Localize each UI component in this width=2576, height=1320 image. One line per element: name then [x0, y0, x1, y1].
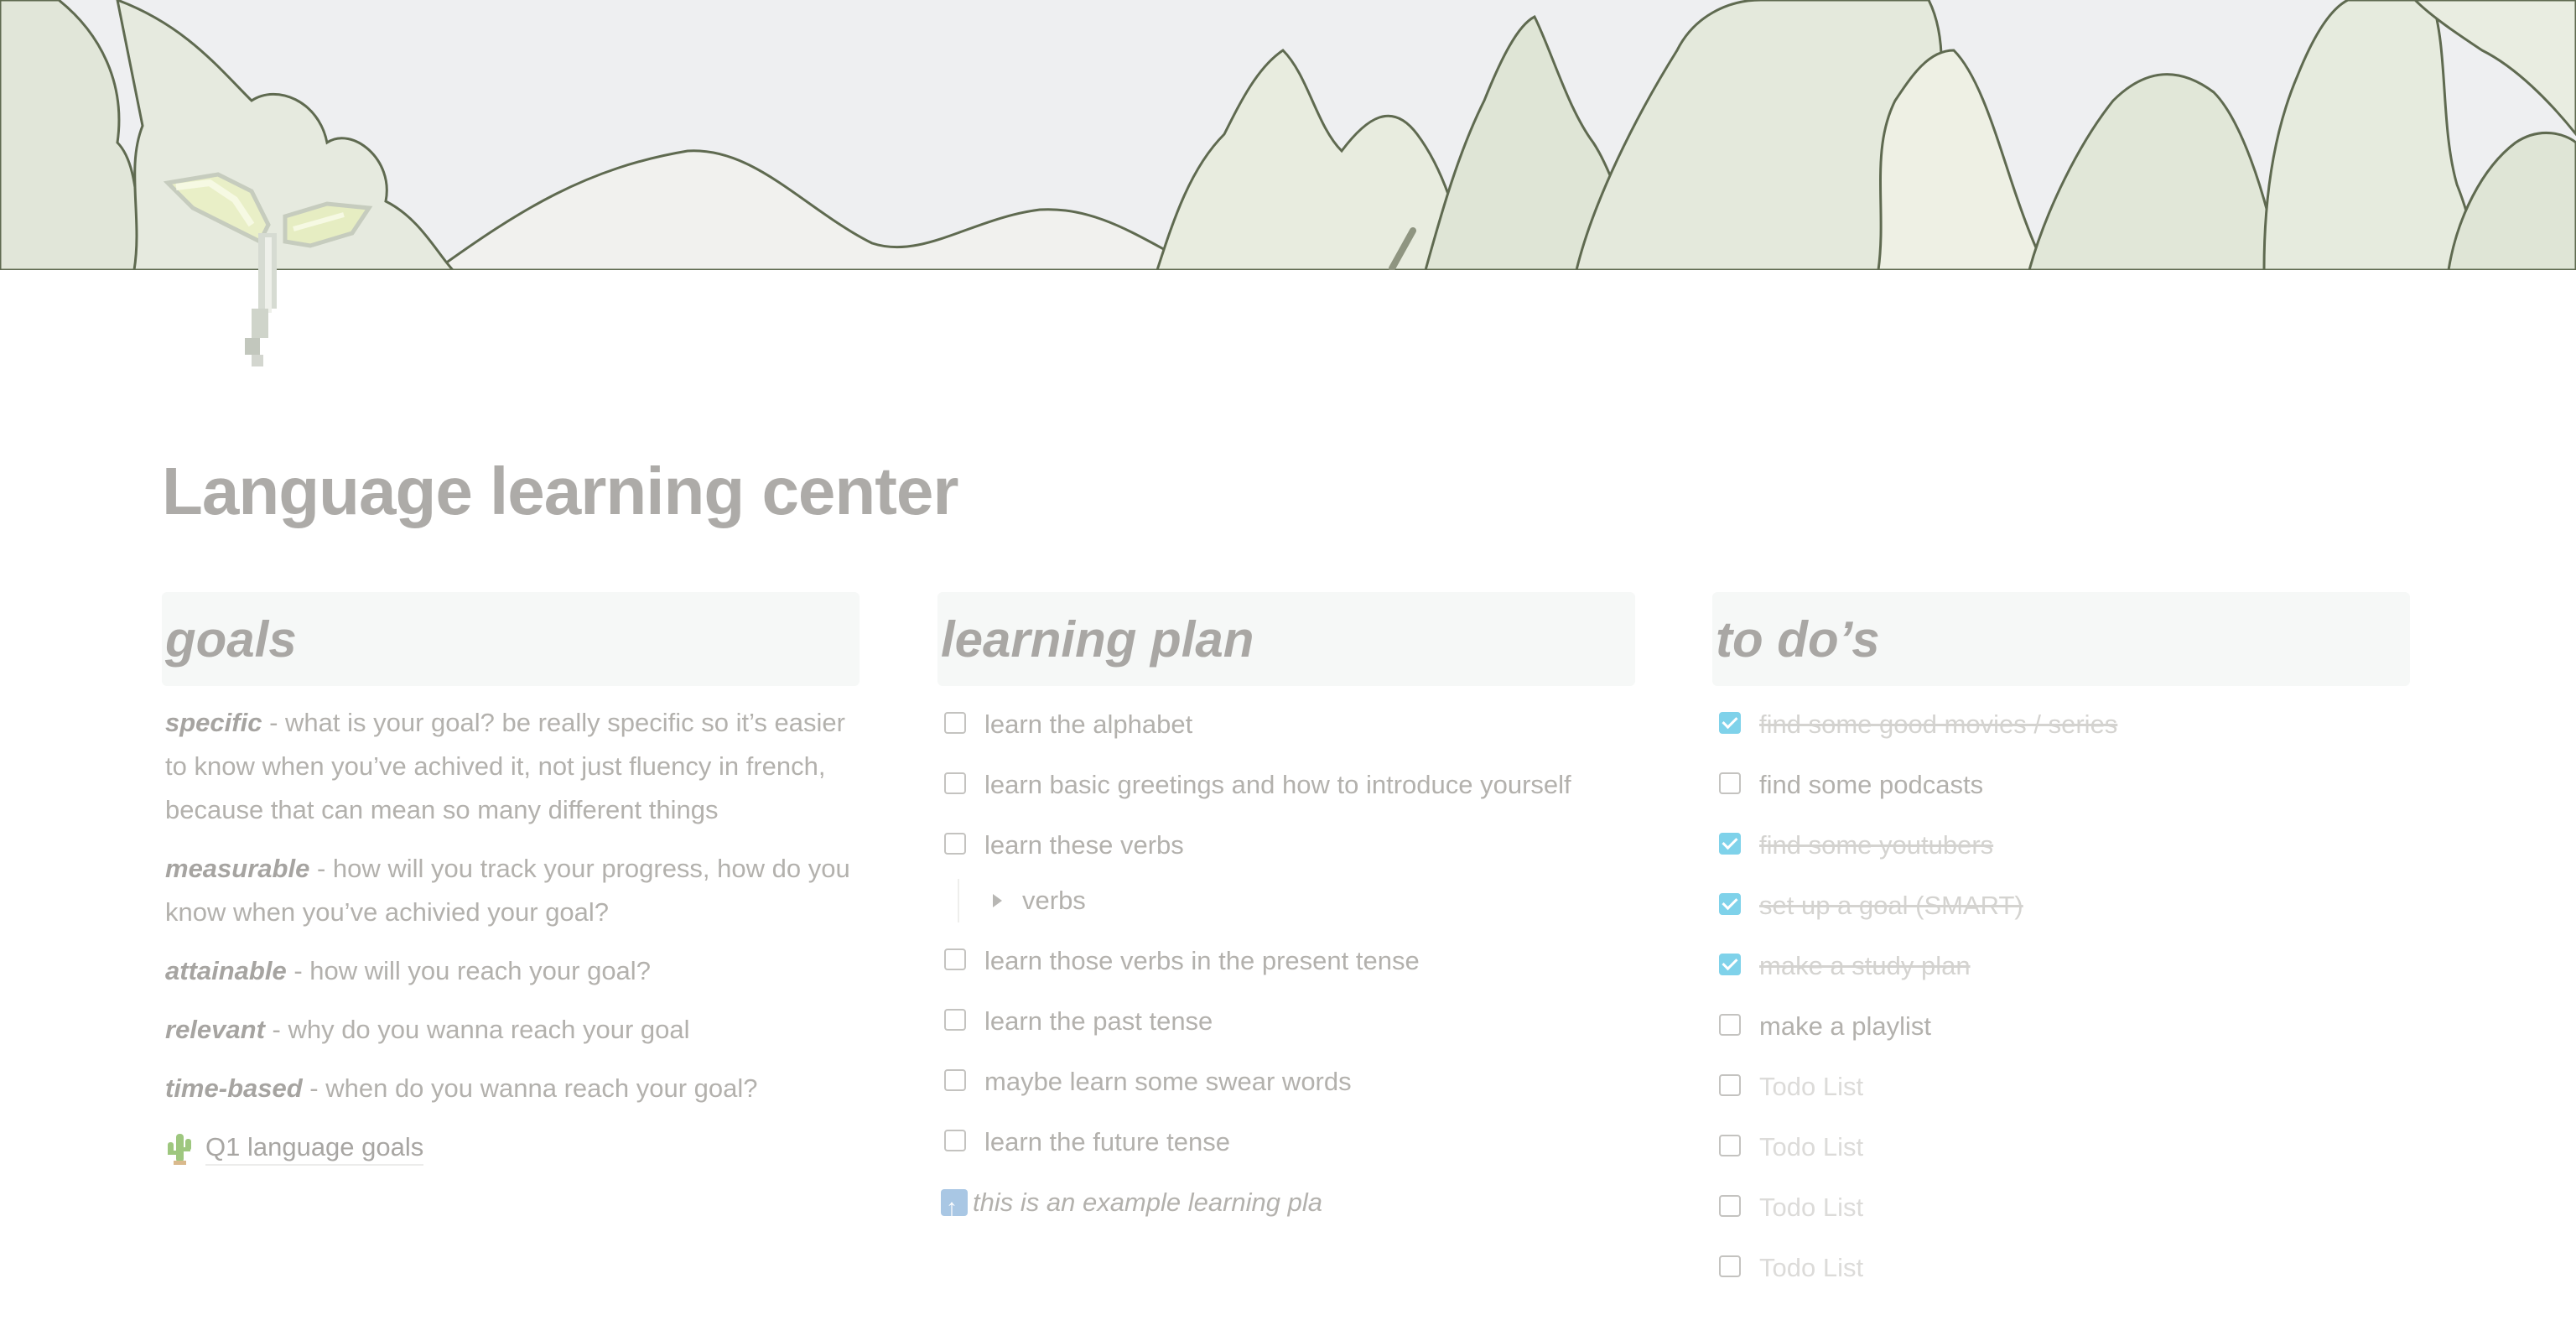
- todo-item[interactable]: maybe learn some swear words: [937, 1060, 1635, 1104]
- goal-term: relevant: [165, 1015, 265, 1044]
- goal-time-based[interactable]: time-based - when do you wanna reach you…: [165, 1067, 860, 1110]
- page-cover[interactable]: [0, 0, 2576, 270]
- goal-specific[interactable]: specific - what is your goal? be really …: [165, 701, 860, 832]
- checked-checkbox[interactable]: [1719, 712, 1741, 734]
- todo-item-label[interactable]: Todo List: [1759, 1065, 2410, 1109]
- todo-item[interactable]: Todo List: [1712, 1186, 2410, 1229]
- todo-item-label[interactable]: Todo List: [1759, 1125, 2410, 1169]
- todo-item[interactable]: learn the past tense: [937, 1000, 1635, 1043]
- checkbox[interactable]: [944, 833, 966, 855]
- todo-item-label[interactable]: find some youtubers: [1759, 824, 2410, 867]
- todo-item[interactable]: learn basic greetings and how to introdu…: [937, 763, 1635, 807]
- todos-heading[interactable]: to do’s: [1712, 592, 2410, 686]
- todo-item[interactable]: Todo List: [1712, 1246, 2410, 1290]
- goal-text: - when do you wanna reach your goal?: [302, 1073, 758, 1103]
- checkbox[interactable]: [944, 1009, 966, 1031]
- goal-attainable[interactable]: attainable - how will you reach your goa…: [165, 949, 860, 993]
- todo-item-label[interactable]: find some good movies / series: [1759, 703, 2410, 746]
- todo-item[interactable]: learn these verbs: [937, 824, 1635, 867]
- forest-illustration: [0, 0, 2576, 270]
- todo-item-label[interactable]: learn the alphabet: [984, 703, 1635, 746]
- goal-term: measurable: [165, 854, 310, 883]
- todo-item[interactable]: learn the alphabet: [937, 703, 1635, 746]
- todo-item-label[interactable]: Todo List: [1759, 1246, 2410, 1290]
- checkbox[interactable]: [944, 948, 966, 970]
- verbs-toggle[interactable]: verbs: [958, 879, 1635, 922]
- checkbox[interactable]: [944, 712, 966, 734]
- checkbox[interactable]: [944, 1069, 966, 1091]
- todo-item[interactable]: set up a goal (SMART): [1712, 884, 2410, 928]
- todo-item[interactable]: find some podcasts: [1712, 763, 2410, 807]
- todo-item[interactable]: find some youtubers: [1712, 824, 2410, 867]
- todos-heading-text: to do’s: [1716, 611, 1880, 668]
- learning-plan-heading-text: learning plan: [941, 611, 1254, 668]
- todo-item-label[interactable]: make a study plan: [1759, 944, 2410, 988]
- up-arrow-icon: [941, 1186, 968, 1229]
- checkbox[interactable]: [1719, 772, 1741, 794]
- sprout-icon[interactable]: [159, 166, 386, 376]
- triangle-right-icon[interactable]: [993, 894, 1002, 907]
- goal-relevant[interactable]: relevant - why do you wanna reach your g…: [165, 1008, 860, 1052]
- goal-measurable[interactable]: measurable - how will you track your pro…: [165, 847, 860, 934]
- todo-item[interactable]: make a study plan: [1712, 944, 2410, 988]
- goal-term: attainable: [165, 956, 287, 985]
- goal-term: time-based: [165, 1073, 303, 1103]
- todo-item[interactable]: learn those verbs in the present tense: [937, 939, 1635, 983]
- checked-checkbox[interactable]: [1719, 893, 1741, 915]
- example-note[interactable]: this is an example learning pla: [941, 1181, 1635, 1229]
- todo-item[interactable]: learn the future tense: [937, 1120, 1635, 1164]
- goals-heading[interactable]: goals: [162, 592, 860, 686]
- learning-plan-list: learn the alphabet learn basic greetings …: [937, 703, 1635, 867]
- checkbox[interactable]: [1719, 1014, 1741, 1036]
- q1-goals-link[interactable]: Q1 language goals: [165, 1132, 860, 1166]
- todo-item-label[interactable]: learn those verbs in the present tense: [984, 939, 1635, 983]
- todo-item[interactable]: make a playlist: [1712, 1005, 2410, 1048]
- todo-item-label[interactable]: Todo List: [1759, 1186, 2410, 1229]
- todo-item-label[interactable]: learn the future tense: [984, 1120, 1635, 1164]
- goal-term: specific: [165, 708, 262, 737]
- page-title[interactable]: Language learning center: [162, 453, 959, 530]
- todo-item-label[interactable]: set up a goal (SMART): [1759, 884, 2410, 928]
- checkbox[interactable]: [1719, 1074, 1741, 1096]
- learning-plan-heading[interactable]: learning plan: [937, 592, 1635, 686]
- learning-plan-list-continued: learn those verbs in the present tense le…: [937, 939, 1635, 1164]
- checked-checkbox[interactable]: [1719, 954, 1741, 975]
- learning-plan-column: learning plan learn the alphabet learn ba…: [937, 592, 1635, 1229]
- checkbox[interactable]: [1719, 1195, 1741, 1217]
- todo-item-label[interactable]: learn the past tense: [984, 1000, 1635, 1043]
- cactus-icon: [168, 1134, 191, 1165]
- goal-text: - how will you reach your goal?: [286, 956, 651, 985]
- todo-list: find some good movies / series find some …: [1712, 703, 2410, 1290]
- checkbox[interactable]: [944, 772, 966, 794]
- todos-column: to do’s find some good movies / series fi…: [1712, 592, 2410, 1290]
- todo-item[interactable]: Todo List: [1712, 1125, 2410, 1169]
- todo-item[interactable]: Todo List: [1712, 1065, 2410, 1109]
- todo-item[interactable]: find some good movies / series: [1712, 703, 2410, 746]
- checkbox[interactable]: [1719, 1255, 1741, 1277]
- todo-item-label[interactable]: learn these verbs: [984, 824, 1635, 867]
- todo-item-label[interactable]: find some podcasts: [1759, 763, 2410, 807]
- checkbox[interactable]: [944, 1130, 966, 1151]
- example-note-text: this is an example learning pla: [973, 1187, 1323, 1217]
- goals-column: goals specific - what is your goal? be r…: [162, 592, 860, 1166]
- todo-item-label[interactable]: learn basic greetings and how to introdu…: [984, 763, 1635, 807]
- todo-item-label[interactable]: make a playlist: [1759, 1005, 2410, 1048]
- goals-heading-text: goals: [165, 611, 297, 668]
- goal-text: - what is your goal? be really specific …: [165, 708, 845, 824]
- q1-goals-link-label: Q1 language goals: [205, 1132, 424, 1166]
- checkbox[interactable]: [1719, 1135, 1741, 1156]
- todo-item-label[interactable]: maybe learn some swear words: [984, 1060, 1635, 1104]
- checked-checkbox[interactable]: [1719, 833, 1741, 855]
- verbs-toggle-label: verbs: [1022, 886, 1086, 915]
- goal-text: - why do you wanna reach your goal: [264, 1015, 690, 1044]
